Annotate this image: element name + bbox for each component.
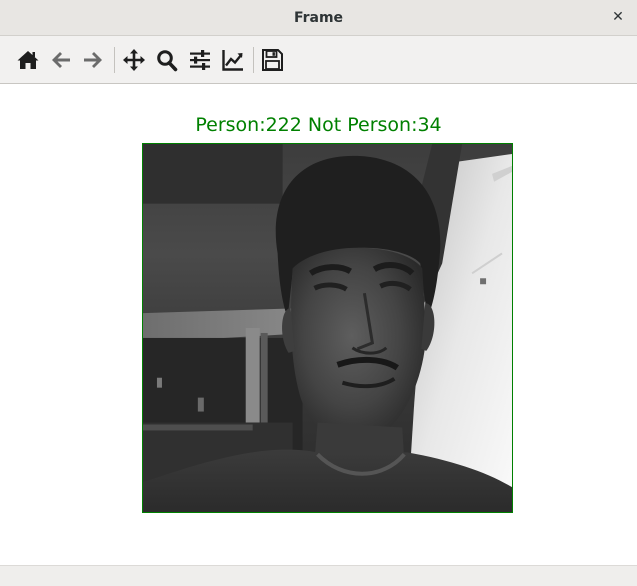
- back-button[interactable]: [47, 46, 75, 74]
- toolbar-separator: [114, 47, 115, 73]
- window-title: Frame: [293, 10, 344, 26]
- pan-button[interactable]: [120, 46, 148, 74]
- zoom-icon: [157, 50, 178, 72]
- move-icon: [123, 49, 145, 71]
- home-icon: [17, 51, 39, 69]
- figure-canvas[interactable]: Person:222 Not Person:34: [0, 84, 637, 565]
- arrow-right-icon: [84, 52, 102, 68]
- edit-axis-button[interactable]: [219, 46, 247, 74]
- close-button[interactable]: ✕: [609, 8, 627, 26]
- chart-line-icon: [222, 50, 243, 71]
- arrow-left-icon: [52, 52, 70, 68]
- save-icon: [262, 49, 283, 71]
- close-icon: ✕: [612, 9, 624, 25]
- camera-frame: [142, 143, 513, 513]
- toolbar-separator: [253, 47, 254, 73]
- status-bar: [0, 565, 637, 586]
- toolbar: [0, 36, 637, 84]
- sliders-icon: [190, 50, 210, 70]
- save-button[interactable]: [258, 46, 286, 74]
- camera-image: [143, 144, 512, 512]
- forward-button[interactable]: [79, 46, 107, 74]
- figure-title: Person:222 Not Person:34: [195, 114, 442, 136]
- configure-subplots-button[interactable]: [186, 46, 214, 74]
- home-button[interactable]: [14, 46, 42, 74]
- zoom-button[interactable]: [153, 46, 181, 74]
- title-bar: Frame ✕: [0, 0, 637, 36]
